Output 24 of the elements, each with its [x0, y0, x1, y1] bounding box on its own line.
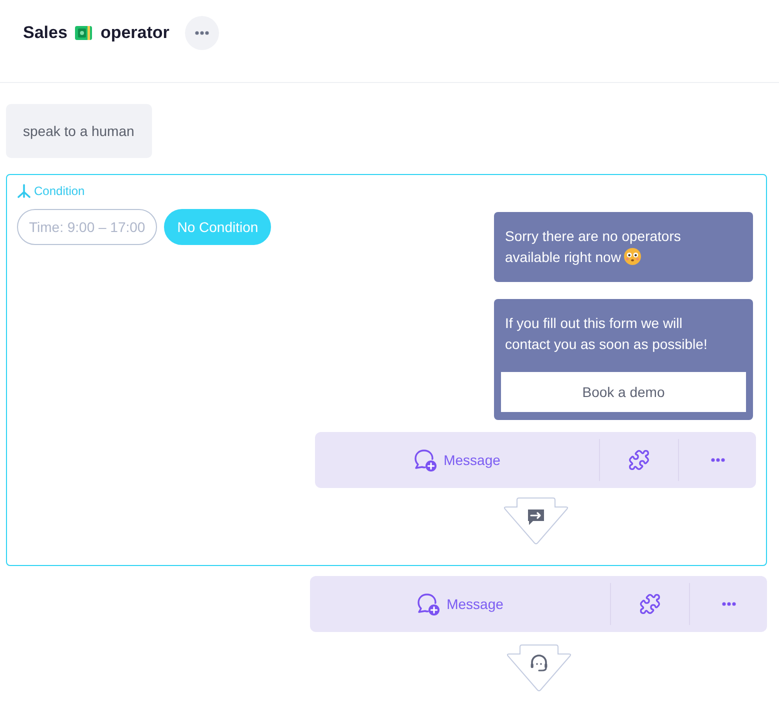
message-bubble: speak to a human — [6, 104, 152, 158]
headset-icon — [530, 654, 547, 672]
more-icon — [195, 31, 210, 35]
puzzle-icon — [639, 593, 661, 615]
connector-node — [506, 644, 571, 692]
connector-node — [503, 498, 568, 544]
puzzle-icon — [628, 449, 650, 471]
message-text: If you fill out this form we will contact you as soon as possible! — [505, 315, 708, 352]
title-text: Sales — [23, 22, 68, 44]
more-icon — [710, 458, 724, 462]
condition-option[interactable]: Time: 9:00 – 17:00 — [17, 209, 158, 245]
chat-plus-icon — [416, 592, 440, 616]
condition-label: Condition — [34, 183, 85, 200]
add-message-button[interactable]: Message — [310, 576, 610, 632]
title-text: operator — [100, 22, 170, 44]
chat-plus-icon — [414, 448, 437, 472]
banknote-emoji-icon — [75, 26, 92, 40]
branch-icon — [17, 184, 31, 198]
chat-transfer-icon — [528, 510, 544, 525]
book-demo-button[interactable]: Book a demo — [501, 372, 746, 412]
message-text: Sorry there are no operators available right now — [505, 228, 681, 265]
add-message-button[interactable]: Message — [315, 432, 599, 488]
menu-button[interactable] — [185, 16, 220, 50]
more-icon — [722, 602, 736, 606]
